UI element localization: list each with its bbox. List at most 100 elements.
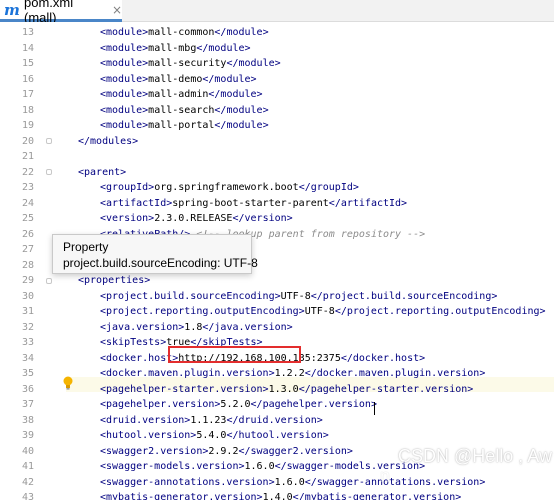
xml-tag: <groupId> (100, 182, 155, 193)
tooltip-title: Property (63, 240, 109, 254)
line-number: 13 (21, 27, 34, 38)
xml-value: 1.4.0 (262, 492, 293, 500)
code-line[interactable]: <properties> (78, 273, 150, 289)
line-number: 32 (21, 321, 34, 333)
fold-marker-icon[interactable] (46, 277, 52, 284)
close-icon[interactable]: × (112, 3, 122, 17)
line-number: 27 (21, 244, 34, 255)
maven-file-icon: m (4, 0, 20, 19)
docker-host-highlight-box (168, 346, 301, 363)
xml-tag: </project.build.sourceEncoding> (310, 290, 498, 302)
xml-tag: <module> (100, 104, 149, 116)
code-line[interactable]: <parent> (78, 165, 126, 181)
code-line[interactable]: <druid.version>1.1.23</druid.version> (100, 413, 323, 429)
code-line[interactable]: <docker.maven.plugin.version>1.2.2</dock… (100, 366, 485, 382)
xml-value: mall-demo (148, 73, 203, 85)
xml-value: 2.9.2 (208, 445, 239, 457)
xml-value: 1.8 (184, 321, 203, 333)
text-caret (374, 402, 375, 415)
code-line[interactable]: <project.reporting.outputEncoding>UTF-8<… (100, 304, 546, 320)
code-line[interactable]: <module>mall-security</module> (100, 56, 281, 72)
editor-tab-bar: m pom.xml (mall) × (0, 0, 554, 25)
xml-value: org.springframework.boot (154, 182, 299, 193)
line-number: 33 (21, 337, 34, 348)
xml-tag: <docker.maven.plugin.version> (100, 368, 275, 379)
lightbulb-icon[interactable] (62, 376, 74, 390)
xml-tag: </docker.host> (340, 352, 426, 364)
line-number: 35 (21, 368, 34, 379)
code-line[interactable]: <module>mall-search</module> (100, 103, 269, 119)
code-line[interactable]: <pagehelper-starter.version>1.3.0</pageh… (100, 382, 473, 398)
xml-value: mall-admin (148, 89, 209, 100)
code-line[interactable]: <swagger-annotations.version>1.6.0</swag… (100, 475, 485, 491)
xml-tag: <module> (100, 58, 149, 69)
xml-tag: </hutool.version> (226, 430, 329, 441)
xml-value: 1.6.0 (244, 461, 275, 472)
xml-tag: </groupId> (298, 182, 359, 193)
line-number: 42 (21, 476, 34, 488)
xml-tag: </module> (214, 120, 269, 131)
xml-value: 1.6.0 (274, 476, 305, 488)
xml-tag: <project.build.sourceEncoding> (100, 290, 281, 302)
code-line[interactable]: <java.version>1.8</java.version> (100, 320, 293, 336)
line-number: 20 (21, 135, 34, 147)
xml-tag: </module> (226, 58, 281, 69)
xml-tag: <mybatis-generator.version> (100, 492, 263, 500)
line-number: 19 (21, 120, 34, 131)
watermark-text: CSDN @Hello , Aw (398, 446, 552, 466)
line-number: 34 (21, 352, 34, 364)
xml-tag: </module> (196, 42, 251, 54)
xml-tag: <druid.version> (100, 414, 191, 426)
xml-tag: <module> (100, 27, 149, 38)
code-line[interactable]: <groupId>org.springframework.boot</group… (100, 180, 359, 196)
property-tooltip: Property project.build.sourceEncoding: U… (52, 234, 258, 274)
watermark-text-2: n (380, 466, 391, 486)
xml-tag: <swagger-annotations.version> (100, 476, 275, 488)
code-line[interactable]: <artifactId>spring-boot-starter-parent</… (100, 196, 407, 212)
line-number: 17 (21, 89, 34, 100)
line-number: 31 (21, 306, 34, 317)
code-line[interactable]: </modules> (78, 134, 138, 150)
line-number: 38 (21, 414, 34, 426)
code-line[interactable]: <hutool.version>5.4.0</hutool.version> (100, 428, 329, 444)
xml-tag: </mybatis-generator.version> (292, 492, 462, 500)
line-number: 24 (21, 197, 34, 209)
code-line[interactable]: <pagehelper.version>5.2.0</pagehelper.ve… (100, 397, 377, 413)
line-number: 16 (21, 73, 34, 85)
xml-value: mall-security (148, 58, 227, 69)
line-number: 15 (21, 58, 34, 69)
xml-tag: </druid.version> (226, 414, 323, 426)
xml-value: mall-mbg (148, 42, 197, 54)
code-line[interactable]: <mybatis-generator.version>1.4.0</mybati… (100, 490, 461, 500)
code-line[interactable]: <swagger-models.version>1.6.0</swagger-m… (100, 459, 425, 475)
xml-tag: <version> (100, 213, 155, 224)
tab-title: pom.xml (mall) (24, 0, 74, 25)
code-line[interactable]: <module>mall-mbg</module> (100, 41, 251, 57)
line-number: 26 (21, 228, 34, 240)
line-number: 37 (21, 399, 34, 410)
code-line[interactable]: <module>mall-portal</module> (100, 118, 269, 134)
code-line[interactable]: <swagger2.version>2.9.2</swagger2.versio… (100, 444, 353, 460)
code-line[interactable]: <module>mall-admin</module> (100, 87, 263, 103)
xml-tag: </artifactId> (328, 197, 408, 209)
xml-tag: </swagger2.version> (238, 445, 353, 457)
code-line[interactable]: <module>mall-demo</module> (100, 72, 257, 88)
xml-value: 1.3.0 (268, 383, 299, 395)
line-number: 18 (21, 104, 34, 116)
code-line[interactable]: <project.build.sourceEncoding>UTF-8</pro… (100, 289, 497, 305)
xml-tag: <skipTests> (100, 337, 167, 348)
xml-tag: <module> (100, 73, 149, 85)
line-number: 28 (21, 259, 34, 271)
tab-pom-xml[interactable]: m pom.xml (mall) × (0, 0, 122, 25)
xml-value: spring-boot-starter-parent (172, 197, 329, 209)
xml-value: UTF-8 (280, 290, 311, 302)
fold-marker-icon[interactable] (46, 138, 52, 144)
code-line[interactable]: <version>2.3.0.RELEASE</version> (100, 211, 293, 227)
code-line[interactable]: <module>mall-common</module> (100, 25, 269, 41)
xml-tag: </modules> (78, 135, 139, 147)
fold-marker-icon[interactable] (46, 169, 52, 175)
xml-tag: <pagehelper.version> (100, 399, 221, 410)
line-number: 22 (21, 166, 34, 178)
line-number: 30 (21, 290, 34, 302)
xml-tag: <pagehelper-starter.version> (100, 383, 269, 395)
